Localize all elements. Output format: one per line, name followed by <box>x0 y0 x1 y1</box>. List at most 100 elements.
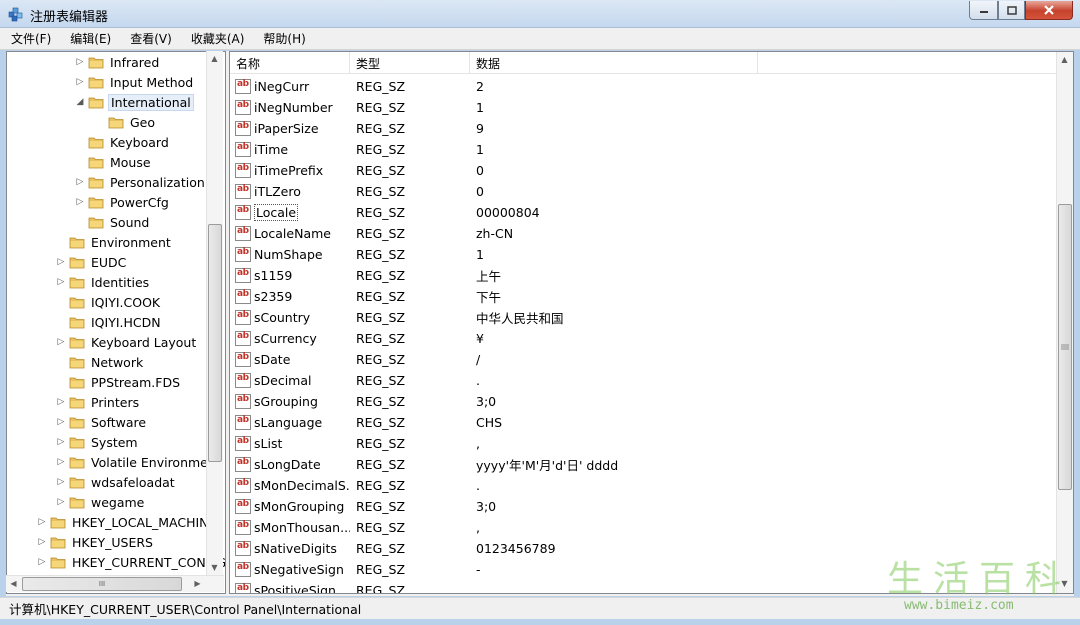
table-row[interactable]: ab iNegNumber REG_SZ 1 <box>230 97 1056 118</box>
value-name: sPositiveSign <box>254 583 336 594</box>
table-row[interactable]: ab sMonGrouping REG_SZ 3;0 <box>230 496 1056 517</box>
expand-arrow-icon[interactable]: ▷ <box>37 517 47 527</box>
expand-arrow-icon[interactable]: ▷ <box>56 437 66 447</box>
list-scroll-up-arrow-icon[interactable]: ▲ <box>1057 52 1072 67</box>
tree-item[interactable]: Keyboard <box>75 132 171 152</box>
expand-arrow-icon[interactable]: ▷ <box>56 477 66 487</box>
value-list[interactable]: 名称 类型 数据 ▲ ▼ ab iNegCurr REG_SZ 2 ab iNegNumb… <box>229 51 1074 594</box>
value-data: / <box>476 352 481 367</box>
tree-item[interactable]: ▷ PowerCfg <box>75 192 171 212</box>
tree-item[interactable]: ▷ HKEY_USERS <box>37 532 155 552</box>
tree-item[interactable]: ▷ wdsafeloadat <box>56 472 177 492</box>
close-button[interactable] <box>1025 1 1073 20</box>
expand-arrow-icon[interactable]: ▷ <box>56 417 66 427</box>
tree-item[interactable]: IQIYI.HCDN <box>56 312 163 332</box>
tree-item[interactable]: ▷ HKEY_CURRENT_CONFIG <box>37 552 225 572</box>
list-scroll-thumb[interactable] <box>1058 204 1072 490</box>
column-header-name[interactable]: 名称 <box>230 52 350 74</box>
tree-item[interactable]: Geo <box>95 112 157 132</box>
expand-arrow-icon[interactable]: ▷ <box>56 497 66 507</box>
menu-favorites[interactable]: 收藏夹(A) <box>188 28 248 49</box>
folder-icon <box>69 435 85 449</box>
tree-vertical-scrollbar[interactable]: ▲ ▼ <box>206 51 223 575</box>
table-row[interactable]: ab s2359 REG_SZ 下午 <box>230 286 1056 307</box>
table-row[interactable]: ab sMonThousan... REG_SZ, <box>230 517 1056 538</box>
table-row[interactable]: ab iPaperSize REG_SZ 9 <box>230 118 1056 139</box>
table-row[interactable]: ab sLongDate REG_SZ yyyy'年'M'月'd'日' dddd <box>230 454 1056 475</box>
table-row[interactable]: ab NumShape REG_SZ 1 <box>230 244 1056 265</box>
expand-arrow-icon[interactable]: ▷ <box>75 197 85 207</box>
tree-item[interactable]: ▷ System <box>56 432 140 452</box>
tree-item[interactable]: Network <box>56 352 145 372</box>
table-row[interactable]: ab iTimePrefix REG_SZ 0 <box>230 160 1056 181</box>
expand-arrow-icon[interactable]: ▷ <box>37 557 47 567</box>
expand-arrow-icon[interactable]: ▷ <box>75 77 85 87</box>
expand-arrow-icon[interactable]: ▷ <box>75 177 85 187</box>
collapse-arrow-icon[interactable]: ◢ <box>75 97 85 107</box>
table-row[interactable]: ab iNegCurr REG_SZ 2 <box>230 76 1056 97</box>
menu-help[interactable]: 帮助(H) <box>260 28 308 49</box>
expand-arrow-icon[interactable]: ▷ <box>56 277 66 287</box>
table-row[interactable]: ab sNativeDigits REG_SZ 0123456789 <box>230 538 1056 559</box>
tree-item[interactable]: ▷ Keyboard Layout <box>56 332 198 352</box>
minimize-button[interactable] <box>969 1 998 20</box>
tree-item[interactable]: ▷ Personalization <box>75 172 207 192</box>
scroll-right-arrow-icon[interactable]: ▶ <box>190 576 205 591</box>
table-row[interactable]: ab sLanguage REG_SZ CHS <box>230 412 1056 433</box>
tree-item[interactable]: ▷ Input Method <box>75 72 195 92</box>
scroll-up-arrow-icon[interactable]: ▲ <box>207 51 222 66</box>
column-header-data[interactable]: 数据 <box>470 52 758 74</box>
expand-arrow-icon[interactable]: ▷ <box>75 57 85 67</box>
minimize-icon <box>979 11 988 13</box>
table-row[interactable]: ab sMonDecimalS... REG_SZ. <box>230 475 1056 496</box>
expand-arrow-icon[interactable]: ▷ <box>56 257 66 267</box>
tree-item[interactable]: ▷ Identities <box>56 272 151 292</box>
expand-arrow-icon[interactable]: ▷ <box>56 337 66 347</box>
tree-item[interactable]: Environment <box>56 232 173 252</box>
title-bar[interactable]: 注册表编辑器 <box>0 0 1080 28</box>
table-row[interactable]: ab sCurrency REG_SZ ¥ <box>230 328 1056 349</box>
tree-horizontal-scrollbar[interactable]: ◀ III ▶ <box>6 575 224 592</box>
tree-item[interactable]: ▷ Software <box>56 412 148 432</box>
menu-file[interactable]: 文件(F) <box>8 28 54 49</box>
table-row[interactable]: ab sDate REG_SZ / <box>230 349 1056 370</box>
column-header-type[interactable]: 类型 <box>350 52 470 74</box>
table-row[interactable]: ab s1159 REG_SZ 上午 <box>230 265 1056 286</box>
tree-scroll-thumb[interactable] <box>208 224 222 462</box>
folder-icon <box>50 515 66 529</box>
table-row[interactable]: ab sDecimal REG_SZ. <box>230 370 1056 391</box>
tree-item[interactable]: ▷ EUDC <box>56 252 128 272</box>
menu-edit[interactable]: 编辑(E) <box>67 28 114 49</box>
cell-name: ab LocaleName <box>230 226 350 241</box>
tree-item[interactable]: ▷ Printers <box>56 392 141 412</box>
tree-item[interactable]: ▷ Volatile Environment <box>56 452 223 472</box>
key-tree[interactable]: ▷ Infrared ▷ Input Method ◢ International Geo K… <box>6 51 226 594</box>
tree-item[interactable]: ▷ wegame <box>56 492 146 512</box>
tree-item[interactable]: Sound <box>75 212 151 232</box>
maximize-button[interactable] <box>998 1 1025 20</box>
list-vertical-scrollbar[interactable]: ▲ ▼ <box>1056 52 1073 593</box>
string-value-icon: ab <box>235 184 251 199</box>
table-row[interactable]: ab Locale REG_SZ 00000804 <box>230 202 1056 223</box>
value-type: REG_SZ <box>356 100 406 115</box>
table-row[interactable]: ab LocaleName REG_SZ zh-CN <box>230 223 1056 244</box>
tree-item[interactable]: Mouse <box>75 152 153 172</box>
expand-arrow-icon[interactable]: ▷ <box>37 537 47 547</box>
menu-view[interactable]: 查看(V) <box>127 28 175 49</box>
tree-item[interactable]: ◢ International <box>75 92 194 112</box>
expand-arrow-icon[interactable]: ▷ <box>56 397 66 407</box>
table-row[interactable]: ab iTime REG_SZ 1 <box>230 139 1056 160</box>
tree-item[interactable]: ▷ HKEY_LOCAL_MACHINE <box>37 512 218 532</box>
table-row[interactable]: ab sGrouping REG_SZ 3;0 <box>230 391 1056 412</box>
scroll-left-arrow-icon[interactable]: ◀ <box>6 576 21 591</box>
table-row[interactable]: ab sCountry REG_SZ 中华人民共和国 <box>230 307 1056 328</box>
table-row[interactable]: ab iTLZero REG_SZ 0 <box>230 181 1056 202</box>
tree-hscroll-thumb[interactable]: III <box>22 577 182 591</box>
value-data: 上午 <box>476 269 502 284</box>
table-row[interactable]: ab sList REG_SZ, <box>230 433 1056 454</box>
scroll-down-arrow-icon[interactable]: ▼ <box>207 560 222 575</box>
expand-arrow-icon[interactable]: ▷ <box>56 457 66 467</box>
tree-item[interactable]: PPStream.FDS <box>56 372 182 392</box>
tree-item[interactable]: IQIYI.COOK <box>56 292 162 312</box>
tree-item[interactable]: ▷ Infrared <box>75 52 161 72</box>
